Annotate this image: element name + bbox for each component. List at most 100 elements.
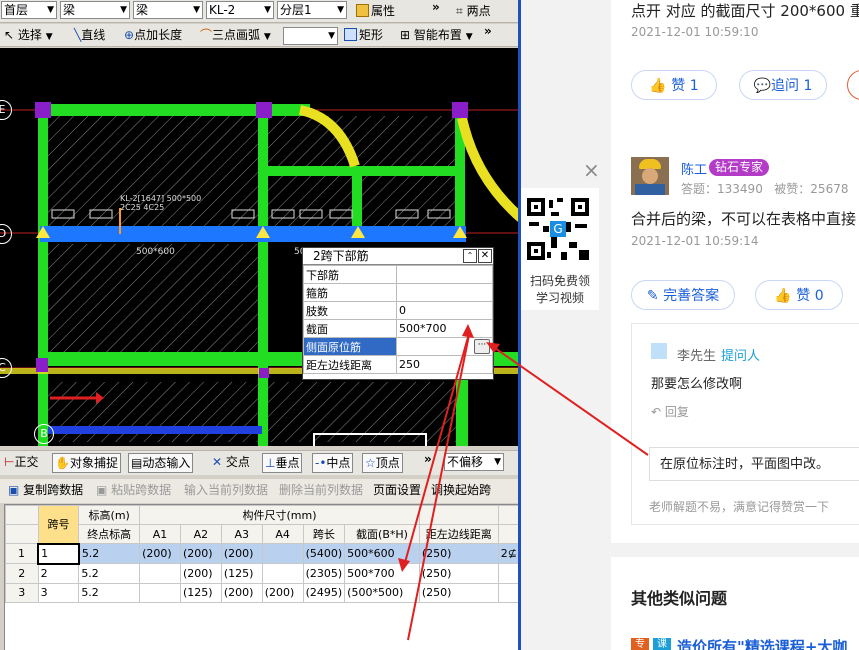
- popup-row[interactable]: 距左边线距离 250: [303, 355, 493, 374]
- delete-column-button[interactable]: 删除当前列数据: [279, 481, 363, 499]
- popup-row-value[interactable]: 500*700: [396, 319, 493, 338]
- properties-button[interactable]: 属性: [356, 2, 395, 20]
- grid-cell[interactable]: (5400): [302, 543, 346, 564]
- vertex-snap[interactable]: ☆顶点: [362, 453, 403, 473]
- popup-row[interactable]: 下部筋: [303, 265, 493, 284]
- like-button[interactable]: 👍 赞 1: [631, 70, 717, 100]
- grid-cell[interactable]: [497, 563, 520, 584]
- copy-span-button[interactable]: ▣ 复制跨数据: [8, 481, 83, 499]
- popup-row-value[interactable]: 0: [396, 301, 493, 320]
- three-point-arc-button[interactable]: ⌒三点画弧 ▼: [200, 26, 271, 46]
- grid-cell[interactable]: 2: [37, 563, 80, 584]
- vertex-icon: ☆: [365, 456, 376, 470]
- floor-select[interactable]: 首层 ▼: [1, 1, 57, 19]
- more-chevron-icon[interactable]: »: [432, 0, 440, 16]
- grid-cell[interactable]: (200): [261, 582, 304, 603]
- component-select[interactable]: KL-2 ▼: [206, 1, 274, 19]
- grid-cell[interactable]: 5.2: [78, 543, 141, 564]
- table-row[interactable]: 1 1 5.2 (200) (200) (200) (5400) 500*600…: [5, 542, 520, 565]
- collapse-icon[interactable]: ⌃: [463, 249, 477, 263]
- grid-cell[interactable]: (200): [179, 563, 222, 584]
- rectangle-icon: [344, 28, 357, 41]
- input-column-button[interactable]: 输入当前列数据: [184, 481, 268, 499]
- grid-cell[interactable]: (125): [220, 563, 263, 584]
- grid-cell[interactable]: [139, 582, 181, 603]
- perpendicular-snap[interactable]: ⊥垂点: [262, 453, 303, 473]
- grid-cell[interactable]: (125): [179, 582, 222, 603]
- timestamp: 2021-12-01 10:59:10: [631, 25, 759, 39]
- grid-cell[interactable]: [497, 582, 520, 603]
- expert-name[interactable]: 陈工: [681, 159, 707, 178]
- arc-option-select[interactable]: ▼: [283, 27, 338, 45]
- popup-row-value[interactable]: [396, 283, 493, 302]
- grid-cell[interactable]: 500*600: [344, 543, 420, 564]
- improve-answer-button[interactable]: ✎ 完善答案: [631, 280, 735, 310]
- reply-input[interactable]: 在原位标注时，平面图中改。: [649, 447, 859, 481]
- page-setup-button[interactable]: 页面设置: [373, 481, 421, 499]
- grid-cell[interactable]: 500*700: [344, 563, 420, 584]
- popup-row[interactable]: 箍筋: [303, 283, 493, 302]
- adjust-start-span-button[interactable]: 调换起始跨: [431, 481, 491, 499]
- ortho-toggle[interactable]: ⊢正交: [4, 453, 38, 471]
- popup-row[interactable]: 截面 500*700: [303, 319, 493, 338]
- grid-cell[interactable]: (200): [139, 543, 181, 564]
- offset-select[interactable]: 不偏移 ▼: [444, 453, 504, 471]
- grid-cell[interactable]: (200): [220, 582, 263, 603]
- more-chevron-icon[interactable]: »: [424, 450, 432, 468]
- popup-row[interactable]: 肢数 0: [303, 301, 493, 320]
- grid-cell[interactable]: 3: [37, 582, 80, 603]
- popup-row-value[interactable]: ···: [396, 337, 493, 356]
- two-points-button[interactable]: ⌗ 两点: [456, 2, 491, 20]
- grid-cell[interactable]: 5.2: [78, 563, 141, 584]
- ellipsis-button-icon[interactable]: ···: [474, 339, 490, 354]
- popup-row-value[interactable]: 250: [396, 355, 493, 374]
- object-snap-toggle[interactable]: ✋对象捕捉: [52, 453, 121, 473]
- grid-cell[interactable]: [261, 563, 304, 584]
- rect-tool-button[interactable]: 矩形: [344, 26, 383, 44]
- smart-layout-button[interactable]: ⊞ 智能布置 ▼: [400, 26, 473, 46]
- followup-button[interactable]: 💬追问 1: [739, 70, 827, 100]
- grid-table: 跨号 标高(m) 构件尺寸(mm) 终点标高 A1 A2 A3 A4 跨长 截面…: [5, 505, 520, 603]
- more-chevron-icon[interactable]: »: [484, 22, 492, 40]
- grid-cell[interactable]: [261, 543, 304, 564]
- midpoint-snap[interactable]: -•中点: [312, 453, 354, 473]
- grid-cell[interactable]: [139, 563, 181, 584]
- span-rebar-popup[interactable]: 2跨下部筋 ⌃ ✕ 下部筋 箍筋 肢数 0 截面 500*700 侧面原位筋 ··· …: [302, 247, 494, 380]
- close-icon[interactable]: ×: [583, 158, 600, 182]
- dynamic-input-toggle[interactable]: ▤动态输入: [128, 453, 194, 473]
- table-row[interactable]: 2 2 5.2 (200) (125) (2305) 500*700 (250): [5, 563, 520, 584]
- grid-cell[interactable]: (250): [418, 563, 499, 584]
- category-select[interactable]: 梁 ▼: [60, 1, 130, 19]
- popup-row-selected[interactable]: 侧面原位筋 ···: [303, 337, 493, 356]
- grid-cell[interactable]: (2495): [302, 582, 346, 603]
- table-row[interactable]: 3 3 5.2 (125) (200) (200) (2495) (500*50…: [5, 582, 520, 603]
- grid-cell[interactable]: 1: [37, 542, 80, 565]
- grid-cell[interactable]: (250): [418, 582, 499, 603]
- grid-cell[interactable]: (250): [418, 543, 499, 564]
- avatar[interactable]: [631, 157, 669, 195]
- grid-cell[interactable]: (200): [179, 543, 222, 564]
- grid-cell[interactable]: (500*500): [344, 582, 420, 603]
- span-data-grid[interactable]: 跨号 标高(m) 构件尺寸(mm) 终点标高 A1 A2 A3 A4 跨长 截面…: [4, 504, 521, 650]
- like-button[interactable]: 👍 赞 0: [755, 280, 843, 310]
- reply-link[interactable]: ↶ 回复: [651, 403, 689, 420]
- layer-select[interactable]: 分层1 ▼: [277, 1, 347, 19]
- subcategory-select[interactable]: 梁 ▼: [133, 1, 203, 19]
- similar-question-link[interactable]: 造价所有"精选课程+大咖: [677, 636, 847, 650]
- point-length-button[interactable]: ⊕点加长度: [124, 26, 182, 44]
- grid-cell[interactable]: (2305): [302, 563, 346, 584]
- answers-label: 答题：: [681, 182, 718, 196]
- paste-span-button[interactable]: ▣ 粘贴跨数据: [96, 481, 171, 499]
- grid-cell[interactable]: 2⊈: [497, 543, 520, 564]
- popup-title: 2跨下部筋: [313, 249, 369, 263]
- close-icon[interactable]: ✕: [478, 249, 492, 263]
- line-tool-button[interactable]: ╲直线: [74, 26, 105, 44]
- midpoint-label: 中点: [326, 456, 351, 470]
- qr-widget[interactable]: G 扫码免费领 学习视频: [521, 188, 599, 310]
- grid-header-top: 跨号 标高(m) 构件尺寸(mm): [5, 505, 520, 544]
- popup-row-value[interactable]: [396, 265, 493, 284]
- grid-cell[interactable]: (200): [220, 543, 263, 564]
- intersection-snap[interactable]: ✕ 交点: [212, 453, 250, 471]
- grid-cell[interactable]: 5.2: [78, 582, 141, 603]
- select-tool-button[interactable]: ↖ 选择 ▼: [4, 26, 53, 46]
